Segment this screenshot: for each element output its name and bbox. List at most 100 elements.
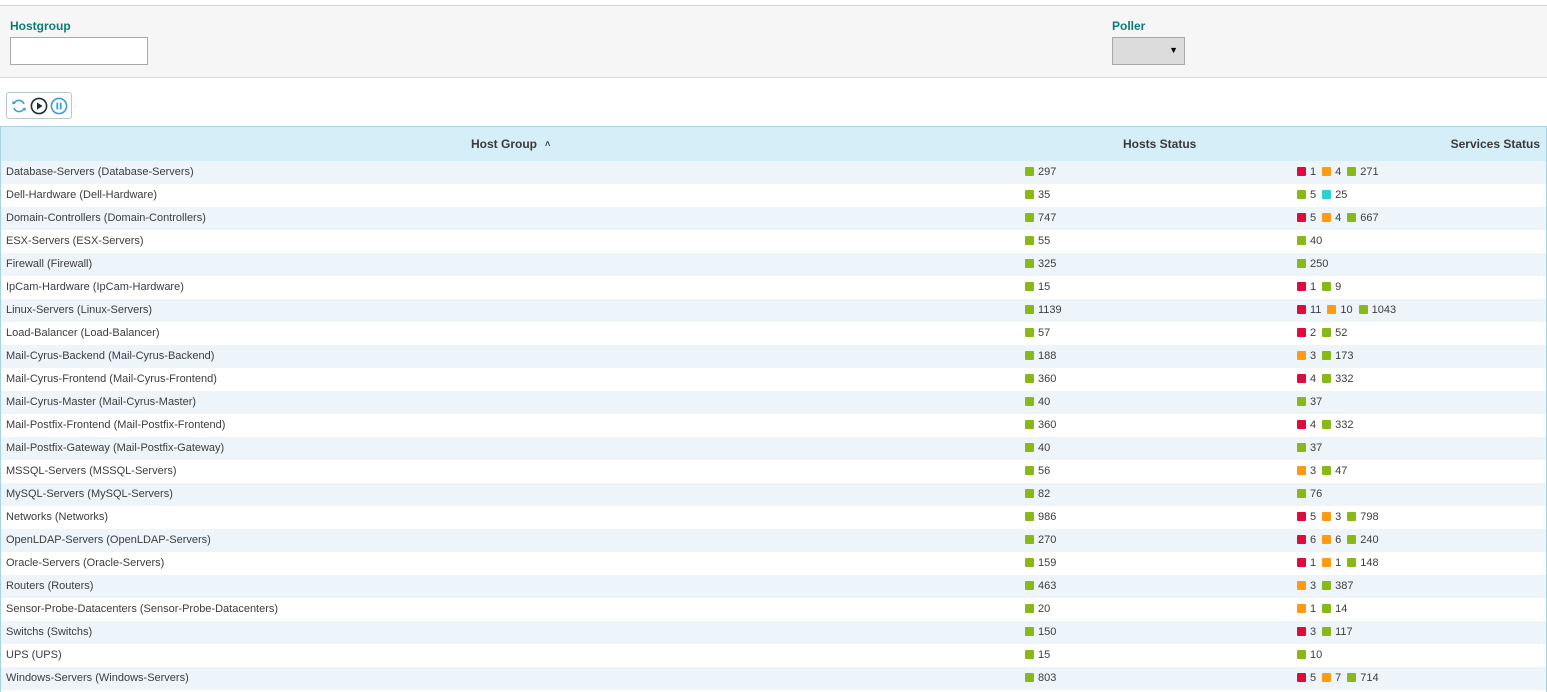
status-badge-green[interactable]: 463: [1025, 575, 1056, 598]
status-badge-red[interactable]: 4: [1297, 414, 1316, 437]
hostgroup-name-link[interactable]: IpCam-Hardware (IpCam-Hardware): [6, 276, 184, 299]
status-badge-orange[interactable]: 3: [1322, 506, 1341, 529]
status-badge-green[interactable]: 240: [1347, 529, 1379, 552]
status-badge-green[interactable]: 1043: [1358, 299, 1396, 322]
status-badge-green[interactable]: 55: [1025, 230, 1050, 253]
status-badge-red[interactable]: 5: [1297, 506, 1316, 529]
status-badge-green[interactable]: 35: [1025, 184, 1050, 207]
status-badge-green[interactable]: 20: [1025, 598, 1050, 621]
status-badge-orange[interactable]: 3: [1297, 460, 1316, 483]
status-badge-green[interactable]: 297: [1025, 161, 1056, 184]
status-badge-green[interactable]: 15: [1025, 276, 1050, 299]
status-badge-green[interactable]: 117: [1322, 621, 1353, 644]
status-badge-green[interactable]: 803: [1025, 667, 1056, 690]
hostgroup-name-link[interactable]: OpenLDAP-Servers (OpenLDAP-Servers): [6, 529, 211, 552]
status-badge-green[interactable]: 332: [1322, 414, 1353, 437]
status-badge-green[interactable]: 270: [1025, 529, 1056, 552]
status-badge-green[interactable]: 148: [1347, 552, 1379, 575]
status-badge-green[interactable]: 798: [1347, 506, 1379, 529]
hostgroup-name-link[interactable]: Load-Balancer (Load-Balancer): [6, 322, 159, 345]
status-badge-green[interactable]: 82: [1025, 483, 1050, 506]
play-icon[interactable]: [30, 97, 48, 115]
status-badge-green[interactable]: 5: [1297, 184, 1316, 207]
status-badge-orange[interactable]: 3: [1297, 345, 1316, 368]
status-badge-red[interactable]: 1: [1297, 552, 1316, 575]
hostgroup-name-link[interactable]: Dell-Hardware (Dell-Hardware): [6, 184, 157, 207]
column-header-hostgroup[interactable]: Host Group ˄: [471, 127, 550, 161]
status-badge-green[interactable]: 40: [1025, 391, 1050, 414]
status-badge-green[interactable]: 747: [1025, 207, 1056, 230]
hostgroup-name-link[interactable]: Routers (Routers): [6, 575, 93, 598]
status-badge-orange[interactable]: 4: [1322, 161, 1341, 184]
status-count: 1: [1310, 281, 1317, 293]
hostgroup-name-link[interactable]: Firewall (Firewall): [6, 253, 92, 276]
hostgroup-name-link[interactable]: Mail-Postfix-Frontend (Mail-Postfix-Fron…: [6, 414, 225, 437]
status-badge-orange[interactable]: 1: [1322, 552, 1341, 575]
status-badge-green[interactable]: 714: [1347, 667, 1379, 690]
status-badge-red[interactable]: 6: [1297, 529, 1316, 552]
hostgroup-name-link[interactable]: Switchs (Switchs): [6, 621, 92, 644]
hostgroup-name-link[interactable]: Mail-Postfix-Gateway (Mail-Postfix-Gatew…: [6, 437, 224, 460]
hostgroup-name-link[interactable]: Database-Servers (Database-Servers): [6, 161, 194, 184]
status-badge-green[interactable]: 325: [1025, 253, 1056, 276]
status-badge-red[interactable]: 11: [1297, 299, 1321, 322]
status-badge-green[interactable]: 37: [1297, 437, 1322, 460]
status-badge-green[interactable]: 57: [1025, 322, 1050, 345]
hostgroup-name-link[interactable]: MSSQL-Servers (MSSQL-Servers): [6, 460, 177, 483]
hostgroup-name-link[interactable]: ESX-Servers (ESX-Servers): [6, 230, 144, 253]
status-badge-green[interactable]: 1139: [1025, 299, 1062, 322]
status-badge-red[interactable]: 4: [1297, 368, 1316, 391]
status-badge-red[interactable]: 1: [1297, 276, 1316, 299]
status-badge-orange[interactable]: 10: [1327, 299, 1353, 322]
status-badge-green[interactable]: 15: [1025, 644, 1050, 667]
pause-icon[interactable]: [50, 97, 68, 115]
status-badge-green[interactable]: 14: [1322, 598, 1347, 621]
hostgroup-name-link[interactable]: Mail-Cyrus-Frontend (Mail-Cyrus-Frontend…: [6, 368, 217, 391]
status-badge-green[interactable]: 37: [1297, 391, 1322, 414]
status-badge-green[interactable]: 332: [1322, 368, 1353, 391]
status-badge-green[interactable]: 76: [1297, 483, 1322, 506]
status-badge-red[interactable]: 5: [1297, 207, 1316, 230]
status-badge-orange[interactable]: 7: [1322, 667, 1341, 690]
hostgroup-name-link[interactable]: MySQL-Servers (MySQL-Servers): [6, 483, 173, 506]
hostgroup-name-link[interactable]: Windows-Servers (Windows-Servers): [6, 667, 189, 690]
hostgroup-name-link[interactable]: Oracle-Servers (Oracle-Servers): [6, 552, 164, 575]
hostgroup-name-link[interactable]: Linux-Servers (Linux-Servers): [6, 299, 152, 322]
refresh-icon[interactable]: [10, 97, 28, 115]
status-badge-green[interactable]: 150: [1025, 621, 1056, 644]
status-badge-orange[interactable]: 1: [1297, 598, 1316, 621]
status-badge-green[interactable]: 9: [1322, 276, 1341, 299]
status-badge-green[interactable]: 667: [1347, 207, 1379, 230]
hostgroup-name-link[interactable]: UPS (UPS): [6, 644, 62, 667]
hostgroup-name-link[interactable]: Networks (Networks): [6, 506, 108, 529]
status-badge-green[interactable]: 40: [1297, 230, 1322, 253]
status-badge-green[interactable]: 173: [1322, 345, 1353, 368]
hostgroup-name-link[interactable]: Mail-Cyrus-Backend (Mail-Cyrus-Backend): [6, 345, 214, 368]
status-badge-red[interactable]: 1: [1297, 161, 1316, 184]
status-badge-green[interactable]: 40: [1025, 437, 1050, 460]
status-badge-green[interactable]: 986: [1025, 506, 1056, 529]
status-badge-orange[interactable]: 6: [1322, 529, 1341, 552]
status-badge-green[interactable]: 47: [1322, 460, 1347, 483]
status-badge-green[interactable]: 10: [1297, 644, 1322, 667]
status-badge-red[interactable]: 5: [1297, 667, 1316, 690]
status-badge-green[interactable]: 360: [1025, 368, 1056, 391]
status-badge-red[interactable]: 2: [1297, 322, 1316, 345]
status-badge-green[interactable]: 52: [1322, 322, 1347, 345]
status-badge-green[interactable]: 56: [1025, 460, 1050, 483]
status-badge-red[interactable]: 3: [1297, 621, 1316, 644]
hostgroup-name-link[interactable]: Sensor-Probe-Datacenters (Sensor-Probe-D…: [6, 598, 278, 621]
status-badge-green[interactable]: 159: [1025, 552, 1056, 575]
status-badge-orange[interactable]: 4: [1322, 207, 1341, 230]
hostgroup-name-link[interactable]: Domain-Controllers (Domain-Controllers): [6, 207, 206, 230]
status-badge-green[interactable]: 250: [1297, 253, 1328, 276]
status-badge-cyan[interactable]: 25: [1322, 184, 1347, 207]
status-badge-orange[interactable]: 3: [1297, 575, 1316, 598]
status-badge-green[interactable]: 360: [1025, 414, 1056, 437]
status-badge-green[interactable]: 271: [1347, 161, 1379, 184]
status-badge-green[interactable]: 188: [1025, 345, 1056, 368]
poller-select[interactable]: ▼: [1112, 37, 1185, 65]
status-badge-green[interactable]: 387: [1322, 575, 1353, 598]
hostgroup-name-link[interactable]: Mail-Cyrus-Master (Mail-Cyrus-Master): [6, 391, 196, 414]
hostgroup-search-input[interactable]: [10, 37, 148, 65]
